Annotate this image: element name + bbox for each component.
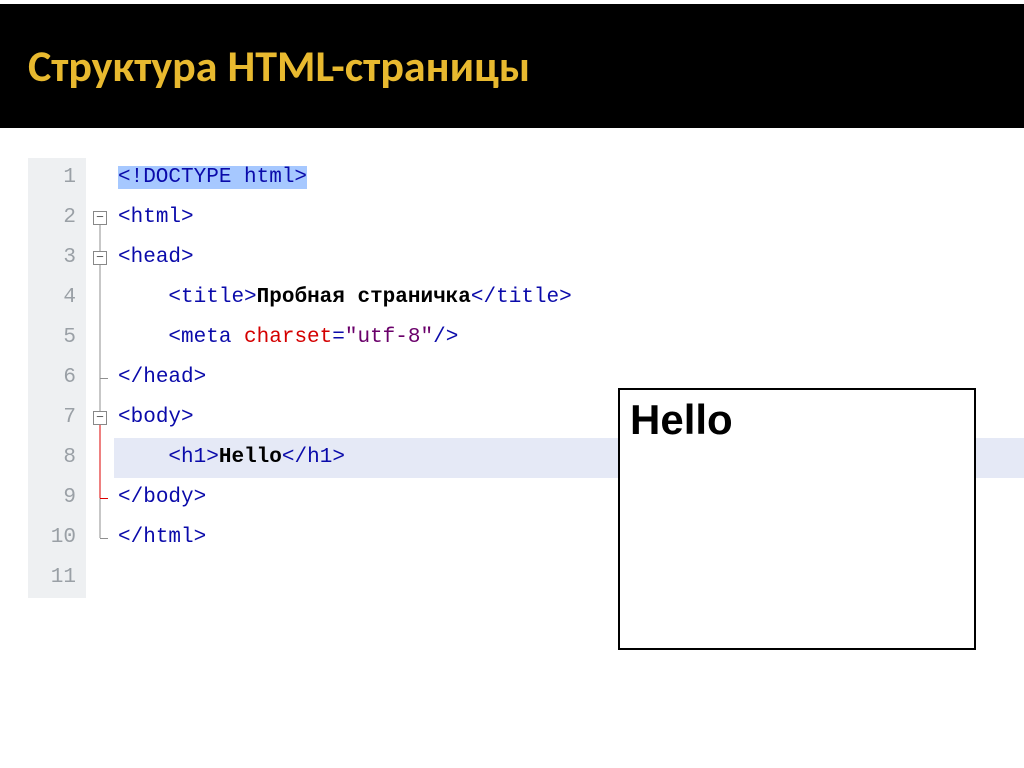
line-number: 7 [28, 398, 86, 438]
code-content: <title>Пробная страничка</title> [114, 278, 1024, 318]
browser-preview: Hello [618, 388, 976, 650]
fold-column [86, 558, 114, 598]
line-number: 5 [28, 318, 86, 358]
line-number: 6 [28, 358, 86, 398]
fold-column [86, 318, 114, 358]
fold-column[interactable]: − [86, 198, 114, 238]
code-content: <!DOCTYPE html> [114, 158, 1024, 198]
fold-column [86, 158, 114, 198]
code-content: <html> [114, 198, 1024, 238]
fold-toggle-icon[interactable]: − [93, 411, 107, 425]
slide-title-bar: Структура HTML-страницы [0, 0, 1024, 128]
fold-column [86, 278, 114, 318]
line-number: 11 [28, 558, 86, 598]
fold-toggle-icon[interactable]: − [93, 251, 107, 265]
fold-column [86, 438, 114, 478]
fold-column[interactable]: − [86, 398, 114, 438]
fold-column [86, 478, 114, 518]
code-line: 1 <!DOCTYPE html> [28, 158, 1024, 198]
line-number: 8 [28, 438, 86, 478]
line-number: 4 [28, 278, 86, 318]
code-line: 2 − <html> [28, 198, 1024, 238]
code-line: 3 − <head> [28, 238, 1024, 278]
code-line-current: 8 <h1>Hello</h1> [28, 438, 1024, 478]
content-area: 1 <!DOCTYPE html> 2 − <html> 3 − <head> … [0, 128, 1024, 598]
line-number: 10 [28, 518, 86, 558]
fold-toggle-icon[interactable]: − [93, 211, 107, 225]
code-content: <meta charset="utf-8"/> [114, 318, 1024, 358]
slide-title: Структура HTML-страницы [28, 39, 530, 93]
fold-column [86, 518, 114, 558]
line-number: 2 [28, 198, 86, 238]
code-line: 5 <meta charset="utf-8"/> [28, 318, 1024, 358]
fold-column [86, 358, 114, 398]
preview-heading: Hello [630, 396, 964, 444]
line-number: 3 [28, 238, 86, 278]
line-number: 1 [28, 158, 86, 198]
doctype-declaration: <!DOCTYPE html> [118, 166, 307, 189]
line-number: 9 [28, 478, 86, 518]
code-content: <head> [114, 238, 1024, 278]
code-line: 4 <title>Пробная страничка</title> [28, 278, 1024, 318]
code-content: <h1>Hello</h1> [114, 438, 1024, 478]
fold-column[interactable]: − [86, 238, 114, 278]
